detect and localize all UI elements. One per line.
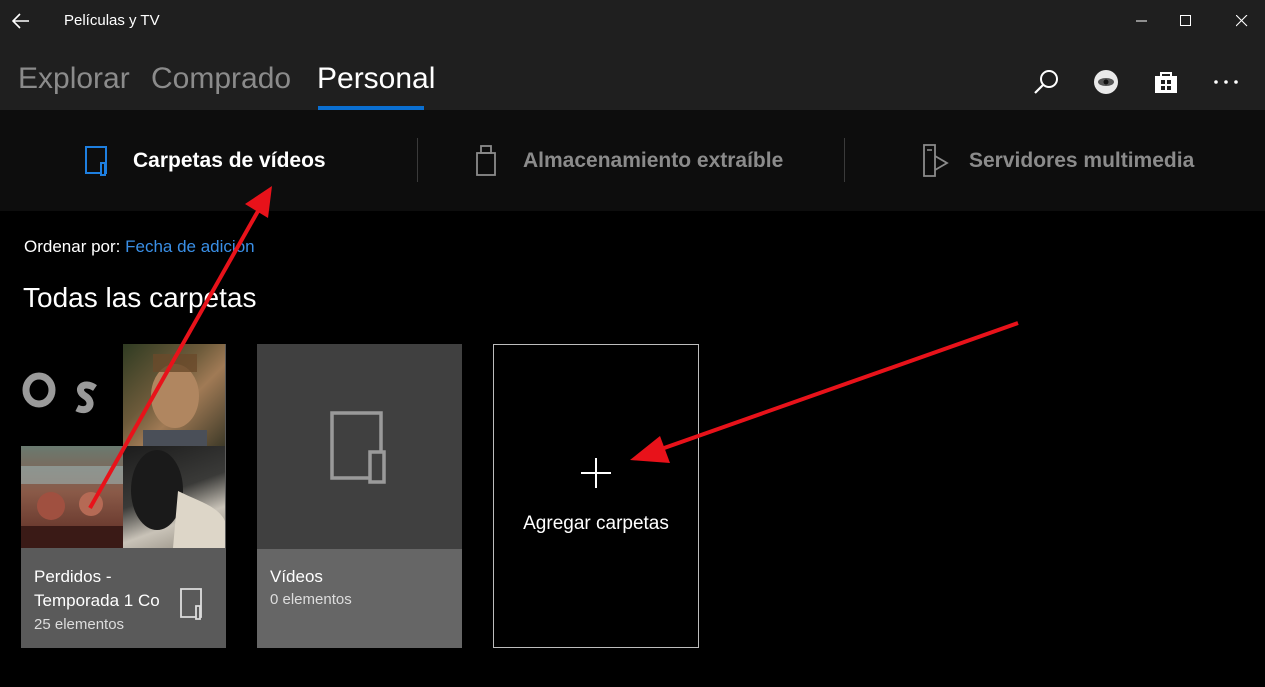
separator bbox=[417, 138, 418, 182]
maximize-button[interactable] bbox=[1164, 0, 1208, 42]
section-title: Todas las carpetas bbox=[23, 282, 257, 313]
avatar bbox=[1094, 70, 1118, 94]
folder-item-count: 0 elementos bbox=[270, 591, 352, 608]
add-folder-button[interactable]: Agregar carpetas bbox=[493, 344, 699, 648]
tab-comprado[interactable]: Comprado bbox=[151, 62, 291, 96]
sort-label: Ordenar por: bbox=[24, 237, 121, 256]
folder-info: Vídeos 0 elementos bbox=[257, 549, 462, 648]
add-folder-label: Agregar carpetas bbox=[523, 513, 669, 534]
store-button[interactable] bbox=[1146, 62, 1186, 102]
folder-name: Vídeos bbox=[270, 567, 323, 586]
minimize-button[interactable] bbox=[1120, 0, 1164, 42]
app-header: Películas y TV Explorar Comprado Persona… bbox=[0, 0, 1265, 110]
more-options-icon bbox=[1214, 80, 1238, 84]
tab-personal[interactable]: Personal bbox=[317, 62, 435, 96]
separator bbox=[844, 138, 845, 182]
minimize-icon bbox=[1136, 20, 1147, 22]
folder-icon bbox=[85, 145, 107, 176]
sort-row: Ordenar por: Fecha de adición bbox=[24, 237, 255, 257]
search-button[interactable] bbox=[1026, 62, 1066, 102]
thumbnail-image bbox=[21, 446, 123, 548]
folder-icon bbox=[180, 588, 202, 620]
pivot-label: Almacenamiento extraíble bbox=[523, 148, 784, 172]
source-pivot: Carpetas de vídeos Almacenamiento extraí… bbox=[0, 110, 1265, 211]
back-button[interactable] bbox=[8, 6, 34, 36]
close-button[interactable] bbox=[1220, 0, 1264, 42]
folder-thumbnail-collage bbox=[21, 344, 226, 549]
folder-item-count: 25 elementos bbox=[34, 616, 125, 633]
back-arrow-icon bbox=[12, 13, 29, 29]
search-icon bbox=[1034, 70, 1058, 94]
pivot-almacenamiento-extraible[interactable]: Almacenamiento extraíble bbox=[476, 110, 783, 211]
usb-drive-icon bbox=[476, 144, 496, 176]
pivot-carpetas-de-videos[interactable]: Carpetas de vídeos bbox=[84, 110, 326, 211]
thumbnail-image bbox=[123, 344, 225, 446]
pivot-label: Servidores multimedia bbox=[969, 148, 1195, 172]
more-options-button[interactable] bbox=[1206, 62, 1246, 102]
account-button[interactable] bbox=[1086, 62, 1126, 102]
folder-tile-perdidos[interactable]: Perdidos - Temporada 1 Co 25 elementos bbox=[21, 344, 226, 648]
folder-info: Perdidos - Temporada 1 Co 25 elementos bbox=[21, 549, 226, 648]
sort-dropdown[interactable]: Fecha de adición bbox=[125, 237, 254, 256]
maximize-icon bbox=[1180, 15, 1191, 26]
folder-placeholder bbox=[257, 344, 462, 549]
folder-name: Perdidos - bbox=[34, 567, 112, 586]
folder-name-continued: Temporada 1 Co bbox=[34, 591, 160, 610]
pivot-servidores-multimedia[interactable]: Servidores multimedia bbox=[921, 110, 1194, 211]
window-title: Películas y TV bbox=[64, 12, 160, 29]
media-server-icon bbox=[923, 143, 949, 177]
folder-icon bbox=[329, 410, 386, 484]
close-icon bbox=[1236, 15, 1248, 27]
folder-tile-videos[interactable]: Vídeos 0 elementos bbox=[257, 344, 462, 648]
plus-icon bbox=[581, 458, 611, 488]
thumbnail-image bbox=[123, 446, 225, 548]
pivot-label: Carpetas de vídeos bbox=[133, 148, 326, 172]
store-icon bbox=[1155, 72, 1177, 93]
thumbnail-image bbox=[21, 344, 123, 446]
tab-explorar[interactable]: Explorar bbox=[18, 62, 130, 96]
